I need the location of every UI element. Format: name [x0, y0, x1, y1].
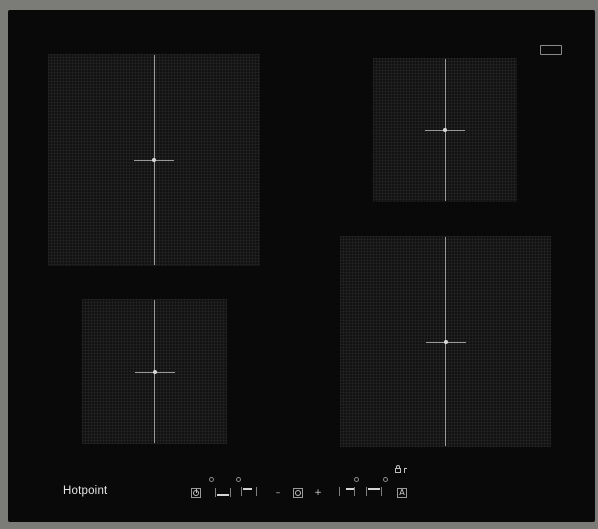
cooking-zone-rear-right[interactable]	[373, 58, 517, 202]
auto-button[interactable]: A	[396, 487, 408, 499]
zone-timer-indicator-4	[383, 477, 388, 482]
timer-minus-button[interactable]: –	[273, 488, 283, 498]
power-button[interactable]	[190, 487, 202, 499]
zone-slider-3[interactable]	[339, 487, 355, 496]
zone-slider-2[interactable]	[241, 487, 257, 496]
zone-center-dot	[152, 369, 157, 374]
zone-center-dot	[443, 339, 448, 344]
timer-button[interactable]	[292, 487, 304, 499]
zone-timer-indicator-2	[236, 477, 241, 482]
zone-center-dot	[443, 128, 447, 132]
zone-slider-level	[217, 494, 229, 496]
cooking-zone-front-right[interactable]	[340, 236, 551, 447]
power-icon	[191, 488, 201, 498]
status-indicator	[540, 45, 562, 55]
timer-icon	[293, 488, 303, 498]
zone-slider-level	[368, 488, 380, 490]
zone-slider-1[interactable]	[215, 488, 231, 497]
auto-label: A	[399, 488, 405, 497]
timer-plus-button[interactable]: +	[313, 488, 323, 498]
auto-icon: A	[397, 488, 407, 498]
zone-timer-indicator-1	[209, 477, 214, 482]
cooktop-glass: Hotpoint – + A	[8, 10, 595, 522]
zone-center-dot	[152, 158, 156, 162]
zone-slider-4[interactable]	[366, 487, 382, 496]
cooking-zone-front-left[interactable]	[82, 299, 227, 444]
zone-timer-indicator-3	[354, 477, 359, 482]
cooking-zone-rear-left[interactable]	[48, 54, 260, 266]
lock-button[interactable]	[394, 465, 408, 475]
brand-logo: Hotpoint	[63, 485, 108, 497]
zone-slider-level	[243, 488, 252, 490]
zone-slider-level	[346, 488, 354, 490]
